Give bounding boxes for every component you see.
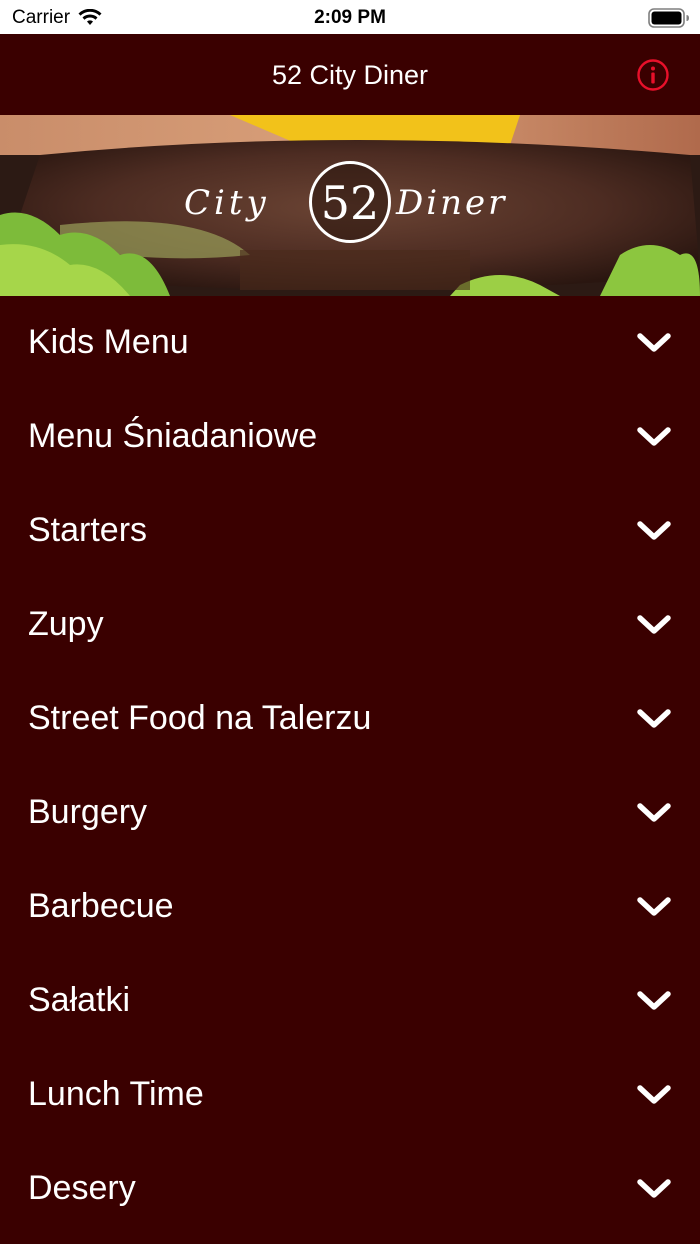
hero-banner: City 52 Diner: [0, 115, 700, 296]
chevron-down-icon: [637, 427, 671, 446]
chevron-down-icon: [637, 333, 671, 352]
logo-text-left: City: [184, 183, 270, 223]
menu-category-street-food[interactable]: Street Food na Talerzu: [0, 672, 700, 766]
menu-category-salatki[interactable]: Sałatki: [0, 954, 700, 1048]
menu-category-burgery[interactable]: Burgery: [0, 766, 700, 860]
menu-category-label: Menu Śniadaniowe: [28, 417, 318, 455]
chevron-down-icon: [637, 1179, 671, 1198]
chevron-down-icon: [637, 521, 671, 540]
menu-category-label: Street Food na Talerzu: [28, 699, 372, 737]
menu-category-lunch-time[interactable]: Lunch Time: [0, 1048, 700, 1142]
menu-category-label: Lunch Time: [28, 1075, 204, 1113]
menu-category-kids-menu[interactable]: Kids Menu: [0, 296, 700, 390]
restaurant-logo: City 52 Diner: [180, 159, 520, 249]
info-icon[interactable]: [636, 58, 670, 92]
menu-category-label: Starters: [28, 511, 148, 549]
chevron-down-icon: [637, 1085, 671, 1104]
menu-category-menu-sniadaniowe[interactable]: Menu Śniadaniowe: [0, 390, 700, 484]
menu-category-barbecue[interactable]: Barbecue: [0, 860, 700, 954]
menu-category-label: Kids Menu: [28, 323, 189, 361]
menu-category-zupy[interactable]: Zupy: [0, 578, 700, 672]
chevron-down-icon: [637, 709, 671, 728]
menu-category-label: Zupy: [28, 605, 104, 643]
status-time: 2:09 PM: [314, 7, 386, 28]
chevron-down-icon: [637, 991, 671, 1010]
menu-category-label: Barbecue: [28, 887, 174, 925]
menu-category-label: Sałatki: [28, 981, 131, 1019]
logo-number: 52: [320, 176, 380, 230]
page-title: 52 City Diner: [271, 60, 429, 90]
chevron-down-icon: [637, 615, 671, 634]
menu-category-starters[interactable]: Starters: [0, 484, 700, 578]
logo-circle: 52: [309, 161, 391, 243]
chevron-down-icon: [637, 897, 671, 916]
menu-category-list: Kids Menu Menu Śniadaniowe Starters Zupy…: [0, 296, 700, 1244]
navigation-bar: 52 City Diner: [0, 34, 700, 115]
menu-category-label: Desery: [28, 1169, 136, 1207]
logo-text-right: Diner: [396, 183, 508, 223]
chevron-down-icon: [637, 803, 671, 822]
status-bar: Carrier 2:09 PM: [0, 0, 700, 34]
battery-icon: [648, 8, 690, 34]
menu-category-label: Burgery: [28, 793, 148, 831]
menu-category-desery[interactable]: Desery: [0, 1142, 700, 1236]
